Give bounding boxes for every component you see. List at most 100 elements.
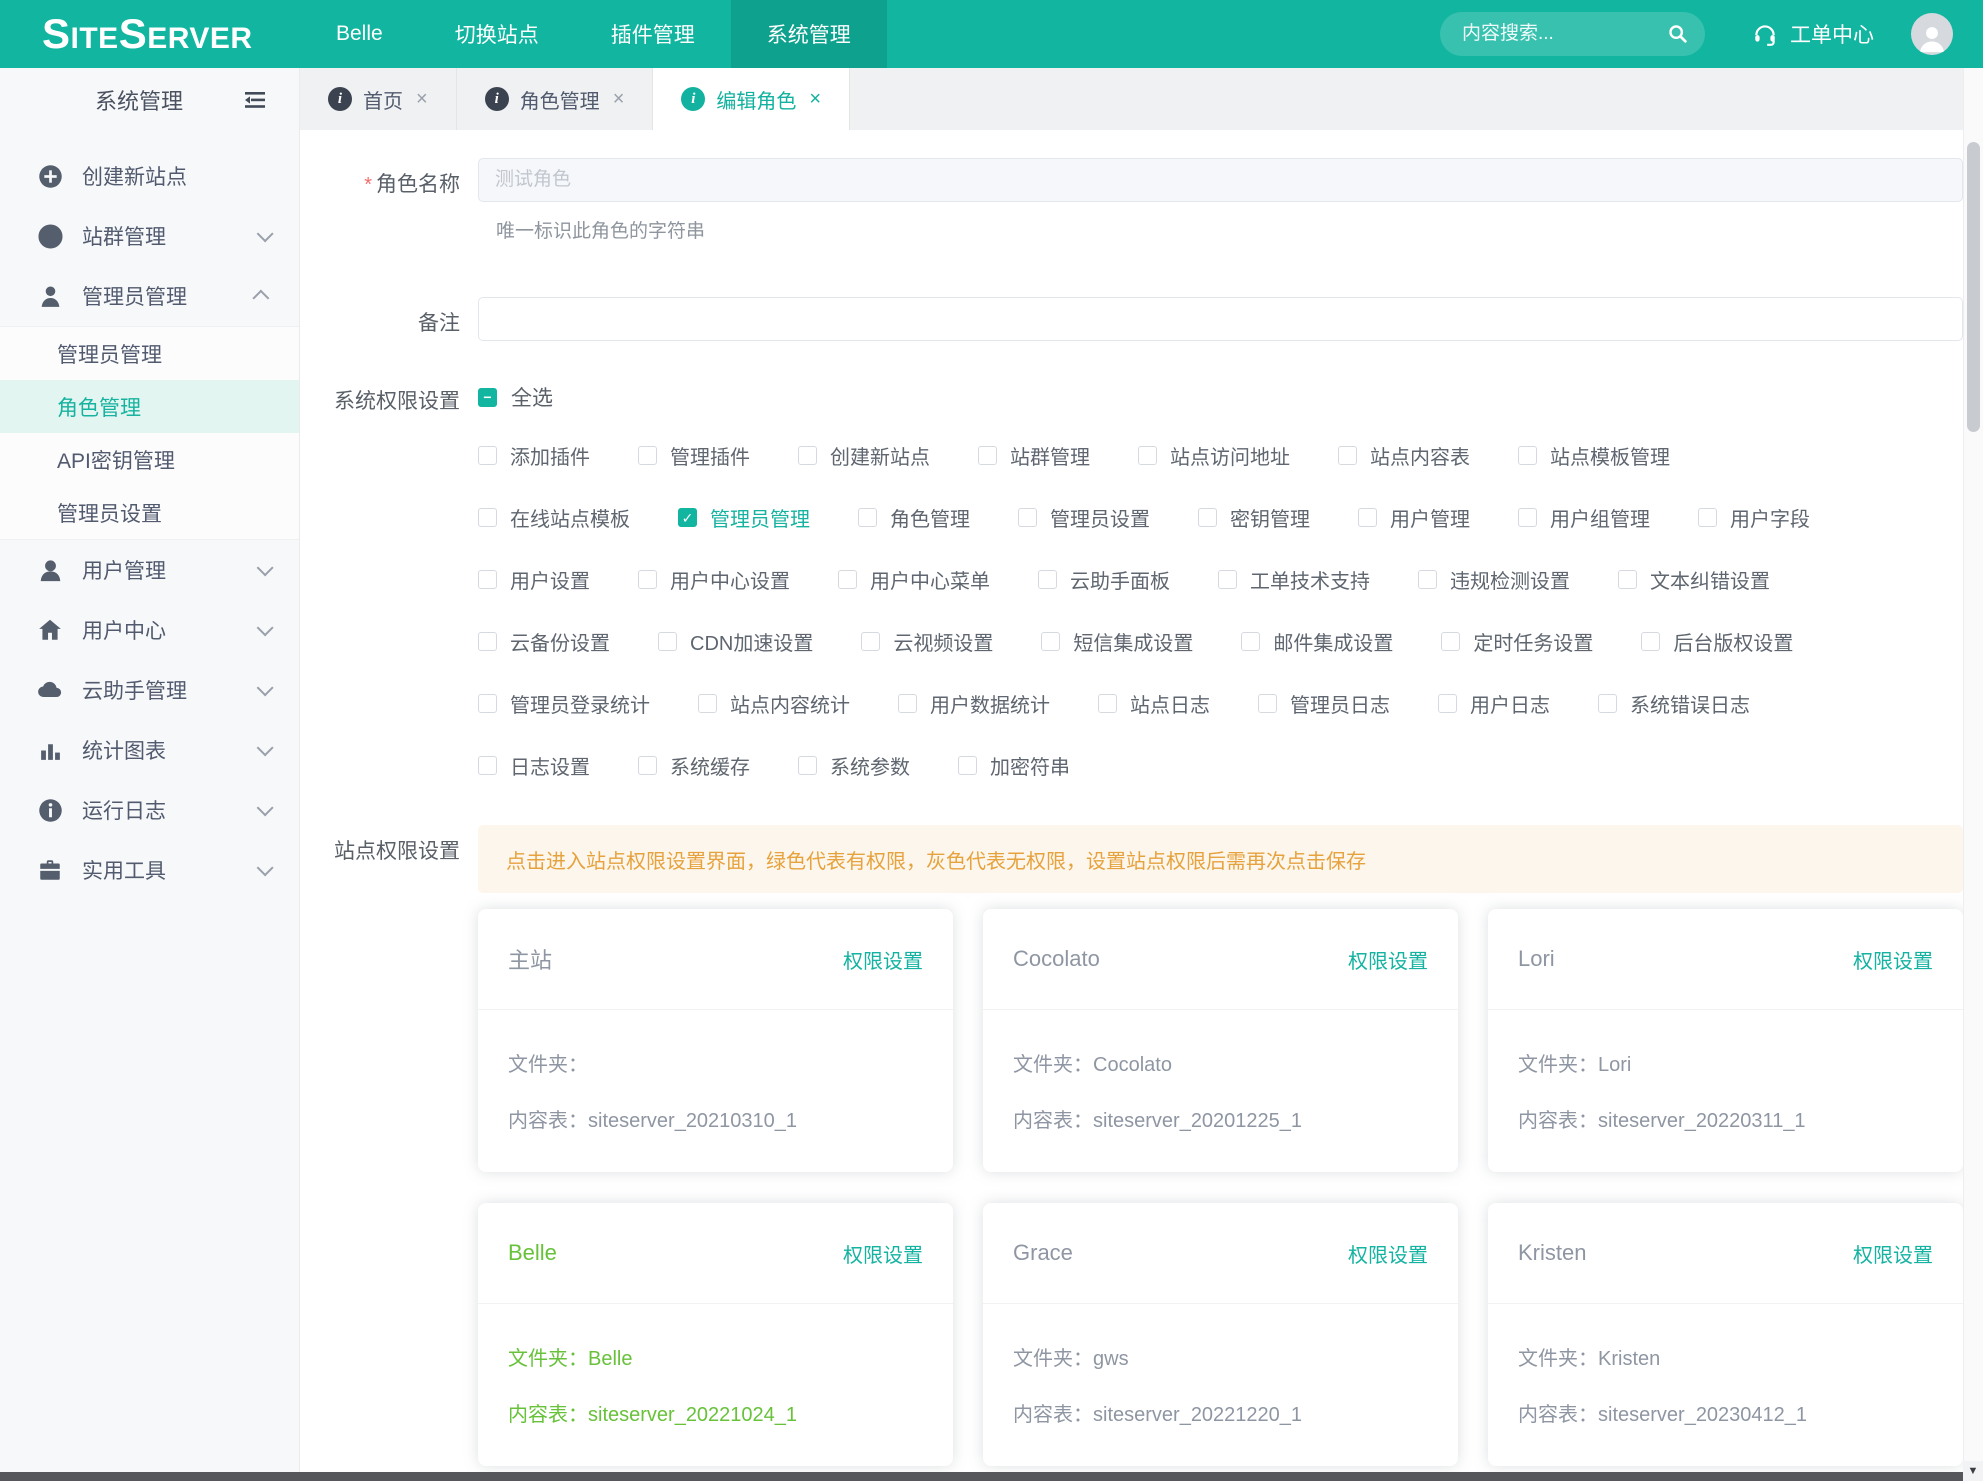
indeterminate-checkbox-icon[interactable]: − — [478, 388, 497, 407]
sidebar-subitem-api-key-management[interactable]: API密钥管理 — [0, 433, 299, 486]
checkbox-icon[interactable] — [1518, 508, 1537, 527]
permission-checkbox[interactable]: 用户中心设置 — [638, 565, 790, 594]
checkbox-icon[interactable] — [1258, 694, 1277, 713]
permission-checkbox[interactable]: 用户日志 — [1438, 689, 1550, 718]
siteserver-logo[interactable]: SiteServer — [0, 10, 300, 58]
permission-checkbox[interactable]: 管理员登录统计 — [478, 689, 650, 718]
permission-checkbox[interactable]: 站点内容表 — [1338, 441, 1470, 470]
checkbox-icon[interactable] — [478, 570, 497, 589]
nav-item-system-management[interactable]: 系统管理 — [731, 0, 887, 68]
nav-item-switch-site[interactable]: 切换站点 — [419, 0, 575, 68]
checkbox-icon[interactable] — [1198, 508, 1217, 527]
checkbox-icon[interactable] — [798, 756, 817, 775]
permission-checkbox[interactable]: 站点访问地址 — [1138, 441, 1290, 470]
permission-checkbox[interactable]: 邮件集成设置 — [1241, 627, 1393, 656]
checkbox-icon[interactable] — [1098, 694, 1117, 713]
permission-checkbox[interactable]: 系统参数 — [798, 751, 910, 780]
permission-checkbox[interactable]: 角色管理 — [858, 503, 970, 532]
checkbox-icon[interactable] — [1418, 570, 1437, 589]
permission-checkbox[interactable]: 站群管理 — [978, 441, 1090, 470]
permission-checkbox[interactable]: 用户管理 — [1358, 503, 1470, 532]
checkbox-icon[interactable] — [858, 508, 877, 527]
checkbox-icon[interactable] — [698, 694, 717, 713]
checkbox-icon[interactable] — [1618, 570, 1637, 589]
sidebar-subitem-admin-management[interactable]: 管理员管理 — [0, 327, 299, 380]
permission-checkbox[interactable]: 用户字段 — [1698, 503, 1810, 532]
checkbox-icon[interactable] — [638, 570, 657, 589]
permission-settings-link[interactable]: 权限设置 — [843, 945, 923, 974]
permission-checkbox[interactable]: 站点内容统计 — [698, 689, 850, 718]
sidebar-item-create-site[interactable]: 创建新站点 — [0, 146, 299, 206]
nav-item-plugin-management[interactable]: 插件管理 — [575, 0, 731, 68]
checkbox-icon[interactable] — [898, 694, 917, 713]
note-input[interactable] — [478, 297, 1963, 341]
sidebar-item-user-center[interactable]: 用户中心 — [0, 600, 299, 660]
permission-settings-link[interactable]: 权限设置 — [1853, 1239, 1933, 1268]
sidebar-item-site-group[interactable]: 站群管理 — [0, 206, 299, 266]
checkbox-icon[interactable] — [1041, 632, 1060, 651]
permission-checkbox[interactable]: 管理插件 — [638, 441, 750, 470]
checkbox-icon[interactable] — [1598, 694, 1617, 713]
permission-checkbox[interactable]: 用户设置 — [478, 565, 590, 594]
scrollbar-thumb[interactable] — [1967, 142, 1980, 432]
sidebar-subitem-admin-settings[interactable]: 管理员设置 — [0, 486, 299, 539]
checkbox-icon[interactable] — [861, 632, 880, 651]
permission-checkbox[interactable]: ✓ 管理员管理 — [678, 503, 810, 532]
checkbox-icon[interactable] — [1038, 570, 1057, 589]
vertical-scrollbar[interactable] — [1963, 68, 1983, 1461]
checkbox-icon[interactable] — [478, 756, 497, 775]
permission-settings-link[interactable]: 权限设置 — [1348, 1239, 1428, 1268]
permission-checkbox[interactable]: 站点模板管理 — [1518, 441, 1670, 470]
permission-checkbox[interactable]: 站点日志 — [1098, 689, 1210, 718]
select-all-checkbox[interactable]: − 全选 — [478, 383, 1963, 411]
user-avatar[interactable] — [1911, 13, 1953, 55]
checkbox-icon[interactable] — [1518, 446, 1537, 465]
work-order-center[interactable]: 工单中心 — [1752, 0, 1874, 68]
checkbox-icon[interactable] — [478, 632, 497, 651]
checkbox-icon[interactable] — [1138, 446, 1157, 465]
role-name-input[interactable] — [478, 158, 1963, 202]
permission-checkbox[interactable]: 添加插件 — [478, 441, 590, 470]
checkbox-icon[interactable] — [1438, 694, 1457, 713]
checkbox-icon[interactable] — [478, 508, 497, 527]
permission-settings-link[interactable]: 权限设置 — [1348, 945, 1428, 974]
checkbox-icon[interactable] — [958, 756, 977, 775]
scroll-down-arrow[interactable]: ▼ — [1963, 1461, 1983, 1481]
sidebar-item-admin-management[interactable]: 管理员管理 — [0, 266, 299, 326]
close-icon[interactable]: × — [809, 88, 821, 111]
permission-checkbox[interactable]: 日志设置 — [478, 751, 590, 780]
permission-checkbox[interactable]: 违规检测设置 — [1418, 565, 1570, 594]
permission-checkbox[interactable]: 云备份设置 — [478, 627, 610, 656]
checkbox-icon[interactable] — [478, 694, 497, 713]
permission-checkbox[interactable]: CDN加速设置 — [658, 627, 813, 656]
checkbox-icon[interactable] — [978, 446, 997, 465]
checkbox-icon[interactable] — [658, 632, 677, 651]
permission-checkbox[interactable]: 用户数据统计 — [898, 689, 1050, 718]
checkbox-icon[interactable] — [798, 446, 817, 465]
permission-checkbox[interactable]: 管理员设置 — [1018, 503, 1150, 532]
close-icon[interactable]: × — [613, 88, 625, 111]
permission-checkbox[interactable]: 工单技术支持 — [1218, 565, 1370, 594]
permission-checkbox[interactable]: 创建新站点 — [798, 441, 930, 470]
search-icon[interactable] — [1667, 23, 1689, 45]
permission-checkbox[interactable]: 短信集成设置 — [1041, 627, 1193, 656]
checkbox-icon[interactable] — [1218, 570, 1237, 589]
nav-item-belle[interactable]: Belle — [300, 0, 419, 68]
tab-role-management[interactable]: i 角色管理 × — [457, 68, 654, 130]
tab-edit-role[interactable]: i 编辑角色 × — [653, 68, 850, 130]
checkbox-icon[interactable] — [1441, 632, 1460, 651]
sidebar-item-cloud-assistant[interactable]: 云助手管理 — [0, 660, 299, 720]
checkbox-icon[interactable] — [1338, 446, 1357, 465]
checkbox-icon[interactable] — [1018, 508, 1037, 527]
checkbox-icon[interactable] — [638, 756, 657, 775]
sidebar-item-statistics-charts[interactable]: 统计图表 — [0, 720, 299, 780]
permission-checkbox[interactable]: 加密符串 — [958, 751, 1070, 780]
menu-collapse-icon[interactable] — [243, 90, 267, 110]
checkbox-icon[interactable] — [1641, 632, 1660, 651]
close-icon[interactable]: × — [416, 88, 428, 111]
permission-checkbox[interactable]: 云助手面板 — [1038, 565, 1170, 594]
checkbox-icon[interactable] — [838, 570, 857, 589]
permission-checkbox[interactable]: 在线站点模板 — [478, 503, 630, 532]
permission-checkbox[interactable]: 用户中心菜单 — [838, 565, 990, 594]
sidebar-subitem-role-management[interactable]: 角色管理 — [0, 380, 299, 433]
